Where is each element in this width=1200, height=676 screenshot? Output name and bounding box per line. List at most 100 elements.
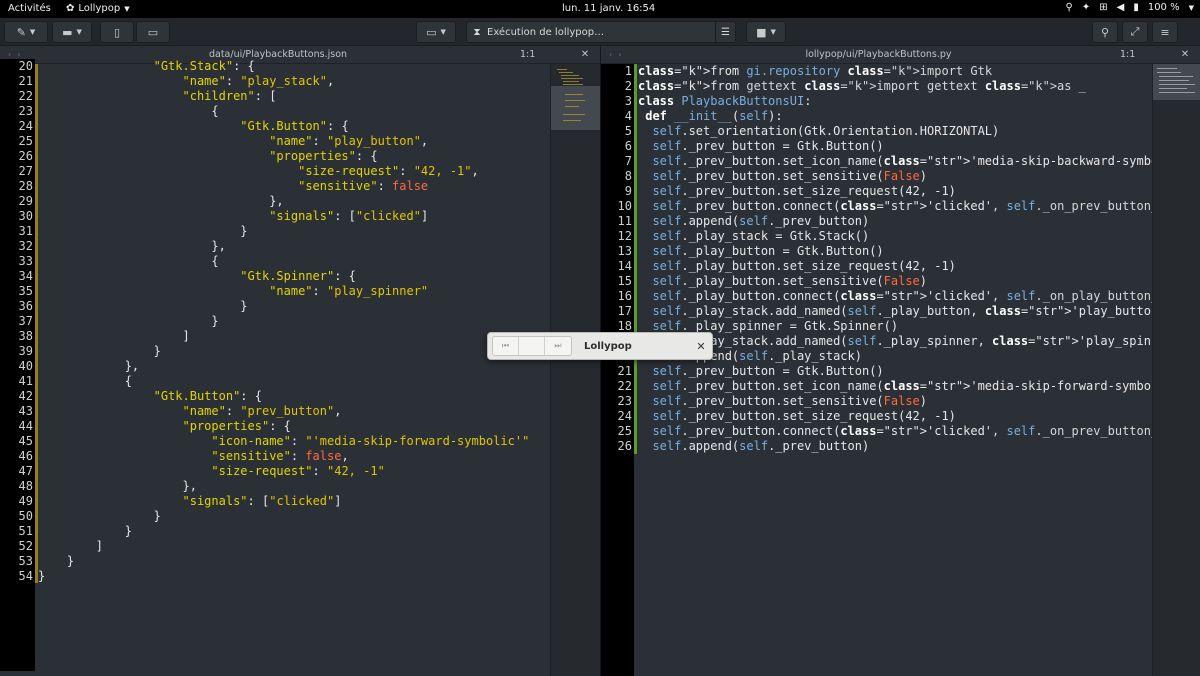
code-line[interactable]: self._prev_button.set_sensitive(False)	[638, 169, 1200, 184]
right-file-name[interactable]: lollypop/ui/PlaybackButtons.py	[637, 49, 1120, 60]
code-line[interactable]: "name": "play_button",	[38, 134, 529, 149]
code-line[interactable]: }	[38, 299, 529, 314]
code-line[interactable]: }	[38, 344, 529, 359]
close-icon[interactable]: ✕	[690, 340, 712, 353]
code-line[interactable]: {	[38, 374, 529, 389]
code-line[interactable]: "Gtk.Button": {	[38, 389, 529, 404]
code-line[interactable]: "signals": ["clicked"]	[38, 209, 529, 224]
fullscreen-button[interactable]: ⤢	[1122, 21, 1148, 43]
code-line[interactable]: "name": "prev_button",	[38, 404, 529, 419]
search-button[interactable]: ⚲	[1092, 21, 1118, 43]
left-code-area[interactable]: "Gtk.Stack": { "name": "play_stack", "ch…	[38, 59, 529, 584]
code-line[interactable]: "Gtk.Stack": {	[38, 59, 529, 74]
code-line[interactable]: },	[38, 194, 529, 209]
minimap-viewport[interactable]	[551, 86, 601, 130]
toggle-left-panel-button[interactable]: ▯	[100, 21, 134, 43]
play-button[interactable]	[519, 337, 545, 355]
minimap-viewport[interactable]	[1153, 64, 1200, 100]
code-line[interactable]: }	[38, 524, 529, 539]
code-line[interactable]: }	[38, 314, 529, 329]
line-number: 14	[617, 259, 632, 273]
build-status-box[interactable]: ⧗ Exécution de lollypop… ☰	[466, 21, 736, 43]
code-line[interactable]: "Gtk.Spinner": {	[38, 269, 529, 284]
close-icon[interactable]: ✕	[570, 49, 600, 60]
code-line[interactable]: }	[38, 569, 529, 584]
right-code-area[interactable]: class="k">from gi.repository class="k">i…	[638, 64, 1200, 454]
lollypop-window[interactable]: ⏮ ⏭ Lollypop ✕	[487, 332, 713, 360]
playback-buttons: ⏮ ⏭	[492, 336, 572, 356]
right-minimap[interactable]	[1152, 64, 1200, 676]
code-line[interactable]: ]	[38, 539, 529, 554]
app-menu[interactable]: ✿ Lollypop ▼	[66, 3, 130, 14]
code-line[interactable]: self._play_stack = Gtk.Stack()	[638, 229, 1200, 244]
stop-button[interactable]: ■ ▼	[746, 21, 786, 43]
code-line[interactable]: self.append(self._play_stack)	[638, 349, 1200, 364]
code-line[interactable]: "children": [	[38, 89, 529, 104]
code-line[interactable]: self._prev_button.set_sensitive(False)	[638, 394, 1200, 409]
code-line[interactable]: self._play_button.set_size_request(42, -…	[638, 259, 1200, 274]
device-selector-button[interactable]: ▭ ▼	[416, 21, 456, 43]
code-line[interactable]: {	[38, 254, 529, 269]
new-file-button[interactable]: ✎ ▼	[4, 21, 48, 43]
flower-icon: ✿	[66, 3, 75, 14]
code-line[interactable]: self._play_button.connect(class="str">'c…	[638, 289, 1200, 304]
code-line[interactable]: }	[38, 224, 529, 239]
code-line[interactable]: "size-request": "42, -1",	[38, 164, 529, 179]
code-line[interactable]: self._prev_button.set_icon_name(class="s…	[638, 379, 1200, 394]
code-line[interactable]: ]	[38, 329, 529, 344]
build-log-button[interactable]: ☰	[715, 22, 735, 42]
code-line[interactable]: self._prev_button.set_size_request(42, -…	[638, 409, 1200, 424]
code-line[interactable]: }	[38, 509, 529, 524]
code-line[interactable]: class PlaybackButtonsUI:	[638, 94, 1200, 109]
code-line[interactable]: },	[38, 479, 529, 494]
previous-button[interactable]: ⏮	[493, 337, 519, 355]
code-line[interactable]: self._play_spinner = Gtk.Spinner()	[638, 319, 1200, 334]
code-line[interactable]: self._prev_button.connect(class="str">'c…	[638, 424, 1200, 439]
close-icon[interactable]: ✕	[1170, 49, 1200, 60]
nav-arrows[interactable]: ‹›	[601, 50, 637, 59]
top-bar: Activités ✿ Lollypop ▼ lun. 11 janv. 16:…	[0, 0, 1200, 18]
code-line[interactable]: "name": "play_spinner"	[38, 284, 529, 299]
code-line[interactable]: "sensitive": false	[38, 179, 529, 194]
monitor-icon: ▭	[426, 25, 437, 39]
open-file-button[interactable]: ▬ ▼	[52, 21, 92, 43]
code-line[interactable]: },	[38, 359, 529, 374]
left-minimap[interactable]	[550, 64, 601, 676]
toggle-bottom-panel-button[interactable]: ▭	[136, 21, 170, 43]
code-line[interactable]: "Gtk.Button": {	[38, 119, 529, 134]
right-editor[interactable]: 1234567891011121314151617181920212223242…	[601, 64, 1200, 676]
next-button[interactable]: ⏭	[545, 337, 571, 355]
code-line[interactable]: self._play_stack.add_named(self._play_sp…	[638, 334, 1200, 349]
code-line[interactable]: "sensitive": false,	[38, 449, 529, 464]
code-line[interactable]: class="k">from gettext class="k">import …	[638, 79, 1200, 94]
code-line[interactable]: "icon-name": "'media-skip-forward-symbol…	[38, 434, 529, 449]
code-line[interactable]: def __init__(self):	[638, 109, 1200, 124]
system-tray[interactable]: ⚲ ✦ ⊞ ◀ ▮ 100 % ▼	[1066, 2, 1195, 13]
code-line[interactable]: self.append(self._prev_button)	[638, 439, 1200, 454]
code-line[interactable]: "size-request": "42, -1"	[38, 464, 529, 479]
main-menu-button[interactable]: ≡	[1152, 21, 1178, 43]
code-line[interactable]: "signals": ["clicked"]	[38, 494, 529, 509]
clock[interactable]: lun. 11 janv. 16:54	[562, 3, 655, 14]
activities-button[interactable]: Activités	[8, 3, 51, 14]
code-line[interactable]: self._play_button = Gtk.Button()	[638, 244, 1200, 259]
code-line[interactable]: self._prev_button.connect(class="str">'c…	[638, 199, 1200, 214]
code-line[interactable]: self._play_button.set_sensitive(False)	[638, 274, 1200, 289]
code-line[interactable]: },	[38, 239, 529, 254]
code-line[interactable]: self._prev_button.set_icon_name(class="s…	[638, 154, 1200, 169]
code-line[interactable]: self._prev_button = Gtk.Button()	[638, 364, 1200, 379]
code-line[interactable]: class="k">from gi.repository class="k">i…	[638, 64, 1200, 79]
code-line[interactable]: self._prev_button.set_size_request(42, -…	[638, 184, 1200, 199]
code-line[interactable]: self._prev_button = Gtk.Button()	[638, 139, 1200, 154]
code-line[interactable]: "properties": {	[38, 419, 529, 434]
code-line[interactable]: self.append(self._prev_button)	[638, 214, 1200, 229]
code-line[interactable]: "properties": {	[38, 149, 529, 164]
code-line[interactable]: {	[38, 104, 529, 119]
code-line[interactable]: self._play_stack.add_named(self._play_bu…	[638, 304, 1200, 319]
code-line[interactable]: self.set_orientation(Gtk.Orientation.HOR…	[638, 124, 1200, 139]
nav-arrows[interactable]: ‹›	[0, 50, 36, 59]
code-line[interactable]: }	[38, 554, 529, 569]
line-number: 4	[624, 109, 632, 123]
left-editor[interactable]: 20 21 22 23 24 25 26 27 28 29 30 31 32 33 34 35 36 37 38 39…	[0, 59, 550, 676]
code-line[interactable]: "name": "play_stack",	[38, 74, 529, 89]
